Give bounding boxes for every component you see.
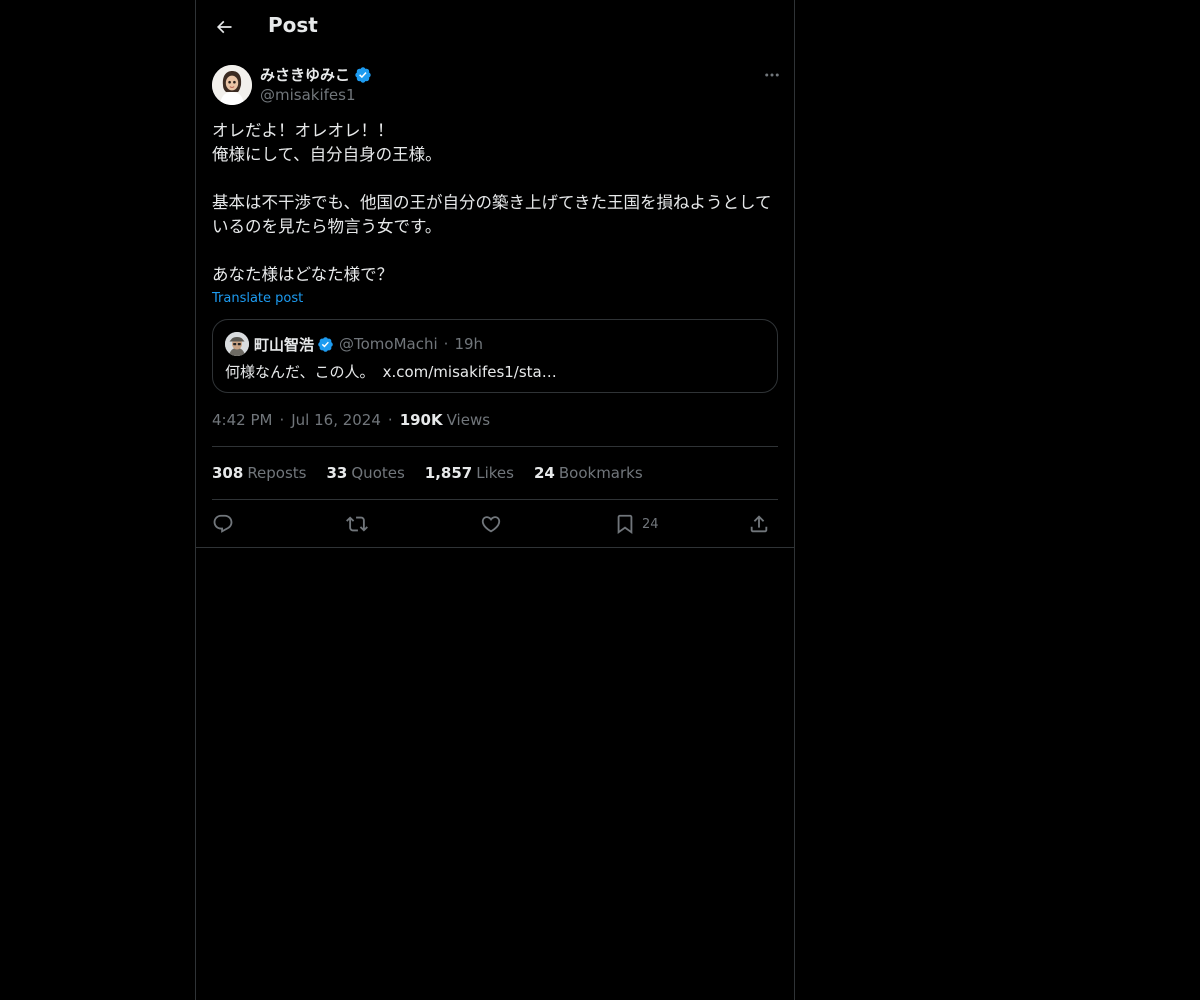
quoted-avatar	[225, 332, 249, 356]
verified-badge-icon	[355, 66, 371, 83]
quoted-author-handle: @TomoMachi	[339, 335, 438, 353]
quoted-post-text: 何様なんだ、この人。 x.com/misakifes1/sta…	[225, 361, 557, 382]
bookmarks-stat[interactable]: 24 Bookmarks	[534, 464, 643, 482]
bookmark-button[interactable]: 24	[614, 510, 659, 538]
reposts-count: 308	[212, 464, 244, 482]
separator-dot: ·	[279, 411, 285, 429]
more-options-button[interactable]	[758, 64, 786, 86]
verified-badge-icon	[318, 336, 333, 352]
likes-count: 1,857	[424, 464, 473, 482]
post-author: みさきゆみこ @misakifes1	[212, 64, 779, 106]
post-bottom-border	[196, 547, 794, 548]
share-button[interactable]	[748, 510, 770, 538]
divider	[212, 499, 778, 500]
quoted-post[interactable]: 町山智浩 @TomoMachi · 19h 何様なんだ、この人。 x.com/mi…	[212, 319, 778, 393]
divider	[212, 446, 778, 447]
quoted-post-link[interactable]: x.com/misakifes1/sta…	[383, 363, 557, 381]
like-button[interactable]	[480, 510, 502, 538]
quoted-author-name: 町山智浩	[254, 335, 315, 354]
post-date[interactable]: Jul 16, 2024	[291, 411, 381, 429]
post-meta: 4:42 PM · Jul 16, 2024 · 190K Views	[212, 410, 490, 430]
bookmarks-label: Bookmarks	[558, 464, 643, 482]
author-name[interactable]: みさきゆみこ	[260, 64, 350, 85]
reply-icon	[213, 514, 233, 533]
quoted-text-body: 何様なんだ、この人。	[225, 363, 375, 381]
repost-icon	[346, 516, 368, 532]
post-time[interactable]: 4:42 PM	[212, 411, 272, 429]
quotes-stat[interactable]: 33 Quotes	[327, 464, 405, 482]
quotes-count: 33	[326, 464, 348, 482]
avatar-image	[212, 65, 252, 105]
views-count: 190K	[399, 411, 443, 429]
back-button[interactable]	[208, 11, 240, 43]
quoted-post-header: 町山智浩 @TomoMachi · 19h	[225, 332, 483, 356]
more-icon	[765, 73, 779, 77]
post-header: Post	[196, 0, 794, 54]
bookmark-icon	[617, 514, 633, 535]
back-arrow-icon	[216, 20, 232, 34]
bookmark-count: 24	[642, 516, 659, 532]
quoted-avatar-image	[225, 332, 249, 356]
post-stats: 308 Reposts 33 Quotes 1,857 Likes 24 Bookmar…	[212, 463, 663, 483]
share-icon	[750, 515, 768, 533]
translate-post-link[interactable]: Translate post	[212, 291, 303, 306]
views-label: Views	[446, 411, 491, 429]
separator-dot: ·	[387, 411, 393, 429]
separator-dot: ·	[443, 335, 449, 353]
post-column: Post みさきゆみこ @misakifes1 オレだよ！オレオレ！！ 俺様にし…	[195, 0, 795, 1000]
repost-button[interactable]	[346, 510, 368, 538]
quotes-label: Quotes	[351, 464, 405, 482]
bookmarks-count: 24	[533, 464, 555, 482]
reposts-stat[interactable]: 308 Reposts	[212, 464, 307, 482]
reposts-label: Reposts	[247, 464, 307, 482]
avatar[interactable]	[212, 65, 252, 105]
heart-icon	[481, 516, 501, 533]
post-actions: 24	[212, 510, 778, 538]
quoted-post-time: 19h	[454, 335, 484, 353]
post-text: オレだよ！オレオレ！！ 俺様にして、自分自身の王様。 基本は不干渉でも、他国の王…	[212, 121, 772, 284]
likes-label: Likes	[476, 464, 514, 482]
page-title: Post	[268, 13, 318, 37]
likes-stat[interactable]: 1,857 Likes	[425, 464, 514, 482]
author-handle[interactable]: @misakifes1	[260, 86, 356, 104]
reply-button[interactable]	[212, 510, 234, 538]
